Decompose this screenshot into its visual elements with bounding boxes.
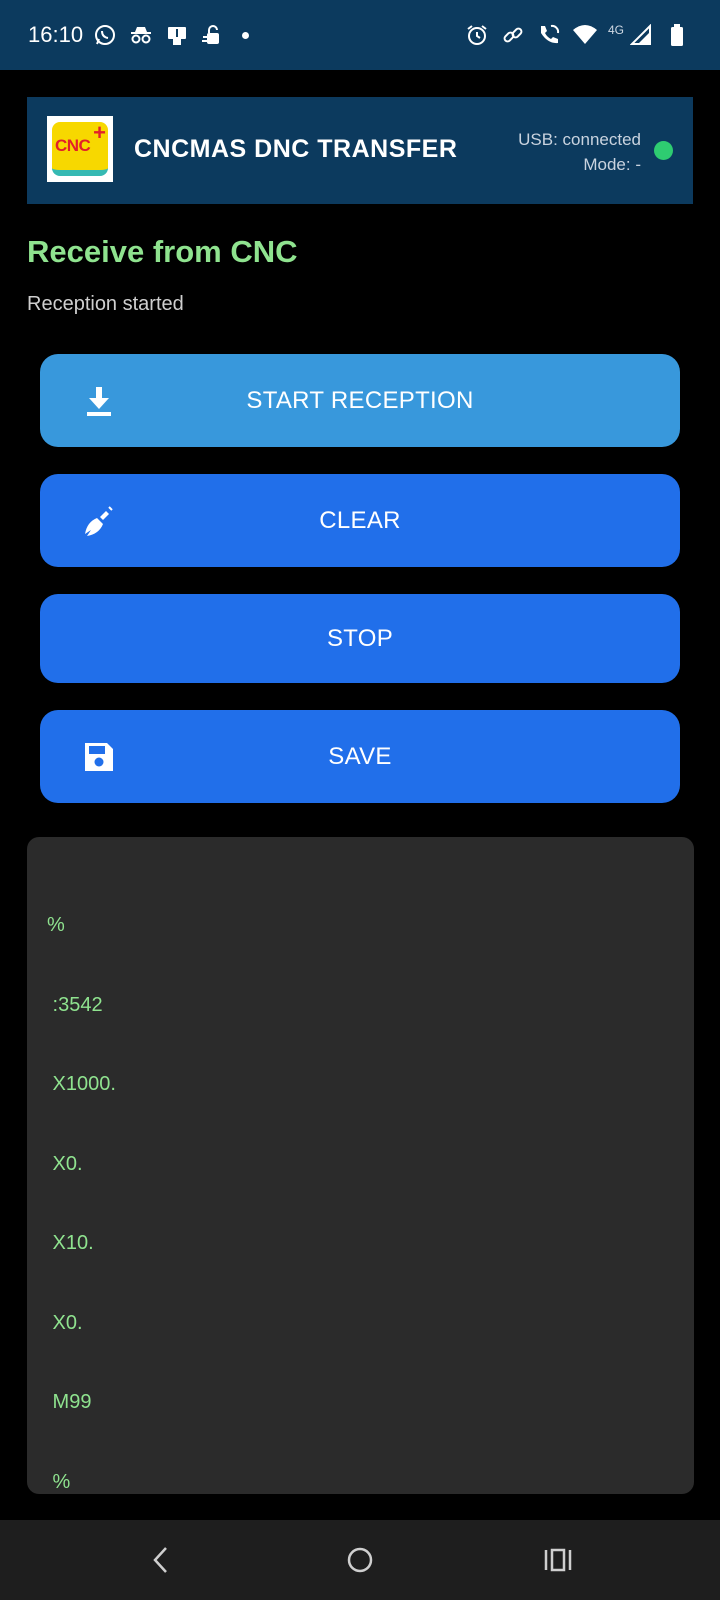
output-line: X1000. [47,1073,116,1095]
logo-badge: CNC + [52,122,108,176]
back-icon[interactable] [141,1540,181,1580]
output-line: X10. [47,1232,94,1254]
notification-dot [242,31,249,39]
start-reception-label: START RECEPTION [246,386,474,414]
status-left-icons [92,20,249,50]
output-line: :3542 [47,993,103,1016]
app-logo: CNC + [47,116,113,182]
start-reception-button[interactable]: START RECEPTION [40,354,680,447]
output-line: M99 [47,1391,92,1413]
wifi-calling-icon [536,22,562,48]
system-nav-bar [0,1520,720,1600]
save-button[interactable]: SAVE [40,710,680,803]
broom-icon [82,504,116,538]
whatsapp-icon [92,22,118,48]
reception-status: Reception started [27,293,184,315]
home-icon[interactable] [340,1540,380,1580]
logo-text: CNC [55,136,91,155]
clear-button[interactable]: CLEAR [40,474,680,567]
sim-toolkit-icon [164,22,190,48]
app-header: CNC + CNCMAS DNC TRANSFER USB: connected… [27,97,693,204]
network-type-label: 4G [607,23,624,37]
link-icon [500,22,526,48]
app-title: CNCMAS DNC TRANSFER [134,135,458,163]
status-right-icons: 4G [464,20,690,50]
status-bar: 16:10 4G [0,0,720,70]
signal-icon [628,22,654,48]
clear-label: CLEAR [319,506,401,534]
recents-icon[interactable] [538,1540,578,1580]
page-title: Receive from CNC [27,234,298,269]
mode-text: Mode: - [583,155,641,174]
usb-status-text: USB: connected [518,130,641,149]
connection-indicator [654,141,673,160]
save-icon [82,740,116,774]
logo-plus: + [93,122,106,145]
stop-button[interactable]: STOP [40,594,680,683]
incognito-icon [128,22,154,48]
wifi-icon [572,22,598,48]
connection-status: USB: connected Mode: - [518,127,641,177]
battery-icon [664,22,690,48]
output-line: % [47,914,65,936]
save-label: SAVE [328,742,392,770]
download-icon [82,384,116,418]
output-line: % [47,1470,71,1493]
output-lines: % :3542 X1000. X0. X10. X0. M99 % [47,859,116,1548]
received-program-output[interactable]: % :3542 X1000. X0. X10. X0. M99 % [27,837,694,1494]
output-line: X0. [47,1311,83,1334]
security-icon [200,22,226,48]
alarm-icon [464,22,490,48]
status-time: 16:10 [28,22,84,47]
stop-label: STOP [326,624,394,652]
output-line: X0. [47,1152,83,1175]
